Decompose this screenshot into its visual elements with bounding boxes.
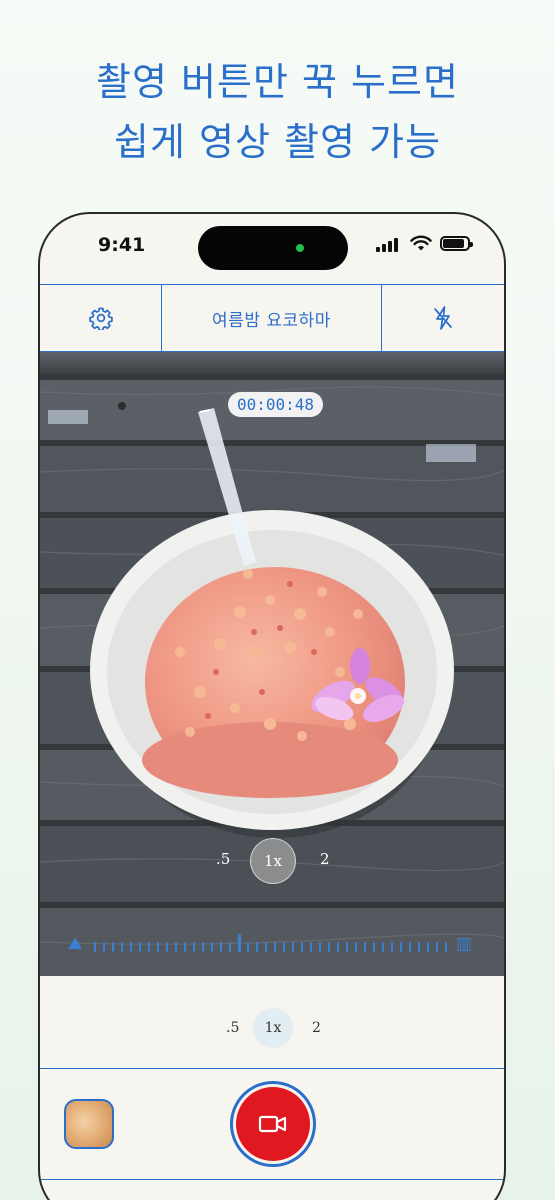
camera-toolbar: 여름밤 요코하마 (40, 284, 504, 352)
ruler-tick (445, 942, 447, 952)
album-title: 여름밤 요코하마 (212, 310, 331, 331)
status-time: 9:41 (98, 234, 146, 256)
ruler-tick (427, 942, 429, 952)
ruler-tick (220, 942, 222, 952)
promo-headline: 촬영 버튼만 꾹 누르면 쉽게 영상 촬영 가능 (0, 52, 555, 172)
ruler-tick (229, 942, 231, 952)
wifi-icon (410, 235, 432, 251)
ruler-tick (175, 942, 177, 952)
ruler-tick (328, 942, 330, 952)
lens-option-2x[interactable]: 2 (312, 1020, 321, 1036)
ruler-tick (157, 942, 159, 952)
ruler-tick (346, 942, 348, 952)
ruler-tick (103, 942, 105, 952)
dynamic-island (198, 226, 348, 270)
landscape-icon: ⛰ (68, 934, 83, 954)
ruler-tick (247, 942, 249, 952)
camera-viewfinder[interactable]: 00:00:48 .5 1x 2 ⛰ ▥ (40, 352, 504, 976)
video-camera-icon (258, 1115, 287, 1133)
recording-timer: 00:00:48 (228, 392, 324, 417)
gallery-thumbnail[interactable] (64, 1099, 114, 1149)
promo-line-2: 쉽게 영상 촬영 가능 (114, 120, 441, 164)
ruler-tick (121, 942, 123, 952)
signal-icon (376, 236, 398, 252)
ruler-tick (301, 942, 303, 952)
ruler-tick (265, 942, 267, 952)
ruler-tick (337, 942, 339, 952)
ruler-tick (166, 942, 168, 952)
ruler-tick (184, 942, 186, 952)
ruler-tick (292, 942, 294, 952)
ruler-tick (364, 942, 366, 952)
record-button[interactable] (230, 1081, 316, 1167)
building-icon: ▥ (456, 934, 473, 954)
ruler-tick (418, 942, 420, 952)
flash-off-icon (434, 306, 452, 330)
ruler-tick (130, 942, 132, 952)
ruler-tick (319, 942, 321, 952)
ruler-tick (373, 942, 375, 952)
lens-option-0-5x[interactable]: .5 (226, 1020, 239, 1036)
zoom-option-2x[interactable]: 2 (320, 850, 330, 868)
record-button-inner (236, 1087, 310, 1161)
ruler-tick (256, 942, 258, 952)
ruler-tick (211, 942, 213, 952)
ruler-tick (409, 942, 411, 952)
ruler-tick (193, 942, 195, 952)
settings-button[interactable] (40, 285, 162, 351)
lens-zoom-selector: .5 1x 2 (40, 1006, 504, 1056)
status-bar: 9:41 (40, 214, 504, 284)
ruler-tick (139, 942, 141, 952)
ruler-tick (283, 942, 285, 952)
lens-option-1x-selected[interactable]: 1x (253, 1008, 293, 1048)
ruler-tick (148, 942, 150, 952)
album-title-button[interactable]: 여름밤 요코하마 (162, 285, 382, 351)
ruler-tick (202, 942, 204, 952)
battery-icon (440, 236, 473, 251)
zoom-option-1x-selected[interactable]: 1x (250, 838, 296, 884)
ruler-tick-current (238, 934, 241, 952)
ruler-tick (436, 942, 438, 952)
promo-line-1: 촬영 버튼만 꾹 누르면 (96, 60, 459, 104)
flash-toggle[interactable] (382, 285, 504, 351)
ruler-tick (274, 942, 276, 952)
camera-indicator-dot (296, 244, 304, 252)
ruler-tick (112, 942, 114, 952)
ruler-tick (310, 942, 312, 952)
ruler-tick (355, 942, 357, 952)
ruler-tick (400, 942, 402, 952)
phone-frame: 9:41 여름밤 요코하마 00:00:48 .5 1x 2 ⛰ ▥ .5 1x… (38, 212, 506, 1200)
zoom-ruler[interactable]: ⛰ ▥ (68, 932, 478, 956)
zoom-option-0-5x[interactable]: .5 (216, 850, 230, 868)
capture-bar (40, 1068, 504, 1180)
ruler-tick (382, 942, 384, 952)
ruler-tick (391, 942, 393, 952)
gear-icon (88, 307, 113, 330)
ruler-tick (94, 942, 96, 952)
